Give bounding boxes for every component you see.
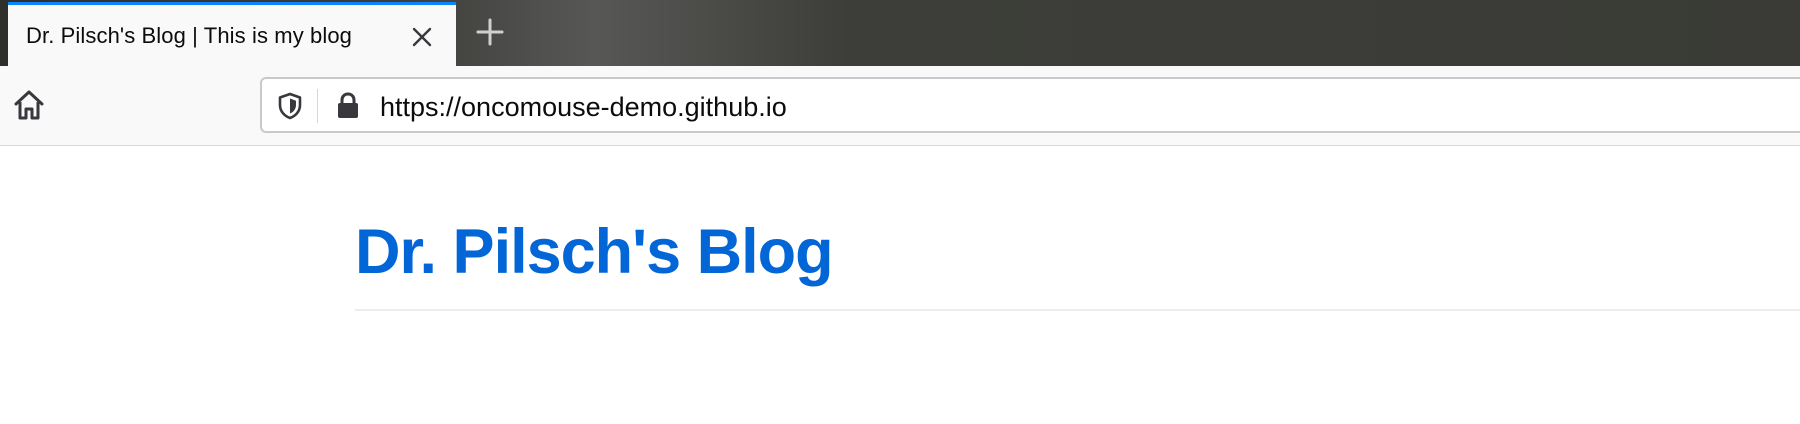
- url-text[interactable]: https://oncomouse-demo.github.io: [380, 92, 787, 123]
- nav-bar: https://oncomouse-demo.github.io: [0, 66, 1800, 146]
- browser-window: Dr. Pilsch's Blog | This is my blog http…: [0, 0, 1800, 424]
- site-title-link[interactable]: Dr. Pilsch's Blog: [355, 216, 834, 288]
- url-separator: [317, 89, 318, 123]
- home-icon: [12, 88, 46, 127]
- tab-active[interactable]: Dr. Pilsch's Blog | This is my blog: [8, 2, 456, 66]
- header-divider: [355, 309, 1800, 311]
- home-button[interactable]: [10, 88, 48, 126]
- url-bar[interactable]: https://oncomouse-demo.github.io: [260, 77, 1800, 133]
- page-content: Dr. Pilsch's Blog: [0, 146, 1800, 424]
- close-icon[interactable]: [408, 23, 436, 51]
- lock-icon[interactable]: [334, 91, 362, 121]
- new-tab-button[interactable]: [472, 16, 508, 52]
- tab-title: Dr. Pilsch's Blog | This is my blog: [26, 23, 353, 48]
- shield-icon[interactable]: [276, 91, 304, 121]
- tab-strip: Dr. Pilsch's Blog | This is my blog: [0, 0, 1800, 66]
- plus-icon: [475, 17, 505, 52]
